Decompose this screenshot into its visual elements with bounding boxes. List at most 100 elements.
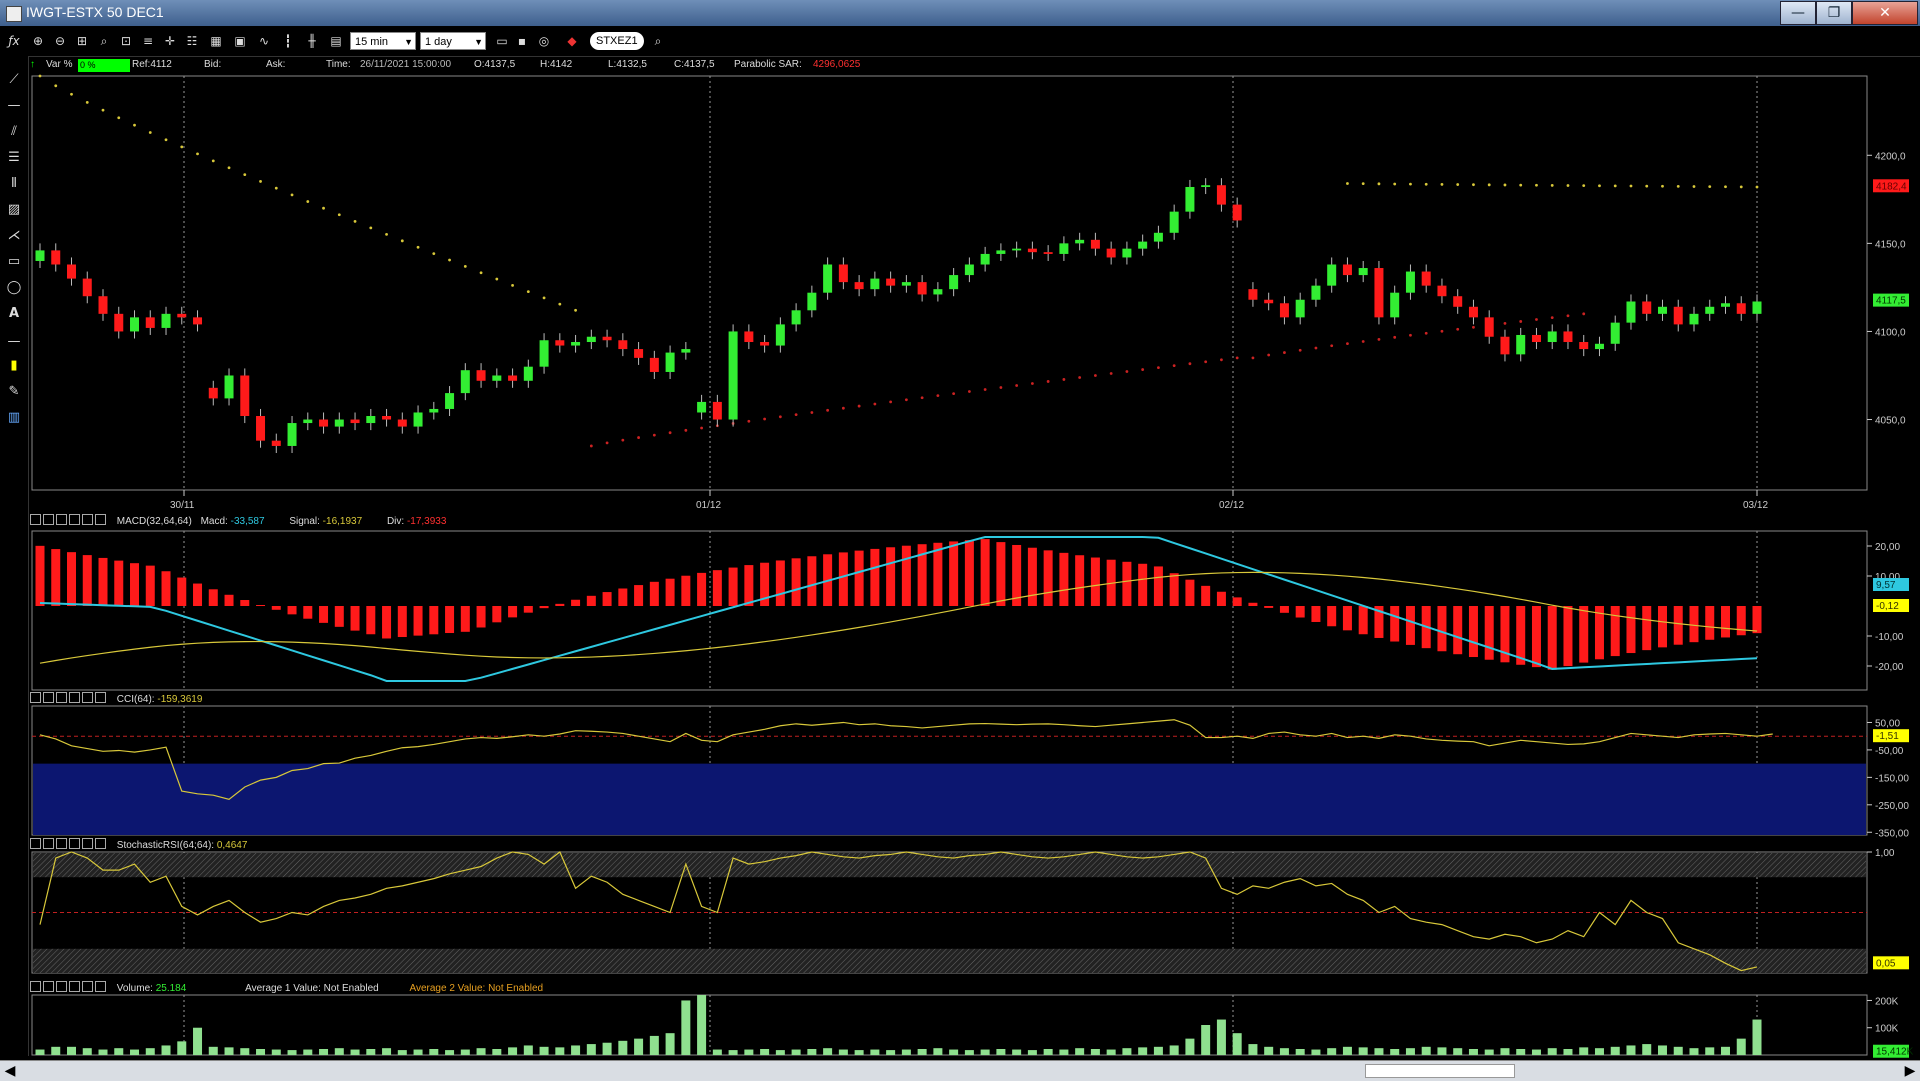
zoom-area-icon[interactable]: ⊞ [74,33,90,49]
window-icon[interactable]: ▣ [232,33,248,49]
panel-maximize-icon[interactable] [43,514,54,525]
panel-close-icon[interactable] [56,838,67,849]
gann-icon[interactable]: ▨ [4,200,24,220]
var-value: 0 % [78,59,130,72]
search-icon[interactable]: ⌕ [650,33,666,49]
zoom-fit-icon[interactable]: ⊡ [118,33,134,49]
candle-body [1106,248,1116,258]
pitchfork-icon[interactable]: ⋌ [4,226,24,246]
volume-bar [1516,1049,1526,1055]
panel-maximize-icon[interactable] [43,981,54,992]
panel-maximize-icon[interactable] [43,692,54,703]
panel-minimize-icon[interactable] [30,514,41,525]
formula-icon[interactable]: ƒx [4,33,24,49]
timeframe-select[interactable]: 15 min ▼ [350,32,416,50]
zoom-in-icon[interactable]: ⊕ [30,33,46,49]
minimize-button[interactable]: — [1780,1,1816,25]
volume-bar [1610,1046,1620,1055]
horizontal-line-icon[interactable]: — [4,96,24,116]
sar-dot [700,426,703,430]
macd-histogram-bar [1311,606,1321,622]
volume-bar [760,1049,770,1055]
macd-histogram-bar [1075,555,1085,606]
panel-down-icon[interactable] [82,692,93,703]
sar-dot [1535,183,1538,187]
trash-icon[interactable]: ▥ [4,408,24,428]
panel-minimize-icon[interactable] [30,838,41,849]
sar-dot [1172,364,1176,368]
volume-bar [130,1049,140,1055]
close-button[interactable]: ✕ [1852,1,1918,25]
candle-body [854,282,864,290]
scroll-left-icon[interactable]: ◀ [2,1062,18,1080]
panel-close-icon[interactable] [56,514,67,525]
macd-histogram-bar [1090,557,1100,606]
symbol-input[interactable]: STXEZ1 [590,32,644,50]
trendline-icon[interactable]: ⟋ [4,70,24,90]
price-axis-tick-label: 4050,0 [1875,416,1906,427]
table-icon[interactable]: ☷ [184,33,200,49]
eraser-icon[interactable]: ✎ [4,382,24,402]
restore-button[interactable]: ❐ [1816,1,1852,25]
scroll-right-icon[interactable]: ▶ [1902,1062,1918,1080]
macd-histogram-bar [208,589,218,606]
zoom-reset-icon[interactable]: ⌕ [96,33,112,49]
alert-icon[interactable]: ◆ [564,33,580,49]
panel-settings-icon[interactable] [95,838,106,849]
sar-dot [589,444,593,448]
panel-minimize-icon[interactable] [30,981,41,992]
sar-dot [558,302,562,306]
panel-up-icon[interactable] [69,981,80,992]
period-select[interactable]: 1 day ▼ [420,32,486,50]
macd-histogram-bar [1012,544,1022,606]
panel-up-icon[interactable] [69,514,80,525]
sheet-icon[interactable]: ▤ [328,33,344,49]
list-icon[interactable]: ≡ [140,33,156,49]
candle-body [319,419,329,427]
line-chart-icon[interactable]: ∿ [256,33,272,49]
sar-dot [1330,344,1334,348]
macd-histogram-bar [649,581,659,606]
time-label: Time: [326,59,351,70]
vertical-lines-icon[interactable]: ⦀ [4,174,24,194]
panel-maximize-icon[interactable] [43,838,54,849]
panel-close-icon[interactable] [56,692,67,703]
panel-up-icon[interactable] [69,838,80,849]
candle-body [697,401,707,413]
panel-close-icon[interactable] [56,981,67,992]
panel-down-icon[interactable] [82,981,93,992]
sar-dot [400,239,404,243]
save-icon[interactable]: ▪ [514,33,530,49]
text-icon[interactable]: A [4,304,24,324]
zoom-out-icon[interactable]: ⊖ [52,33,68,49]
horizontal-scrollbar[interactable]: ◀ ▶ [0,1060,1920,1081]
macd-histogram-bar [1264,606,1274,608]
crosshair-icon[interactable]: ✛ [162,33,178,49]
macd-histogram-bar [1390,606,1400,642]
scrollbar-thumb[interactable] [1365,1064,1515,1078]
refresh-icon[interactable]: ◎ [536,33,552,49]
panel-settings-icon[interactable] [95,692,106,703]
macd-histogram-bar [1531,606,1541,668]
bars-icon[interactable]: ╫ [304,33,320,49]
rectangle-icon[interactable]: ▭ [4,252,24,272]
candles-icon[interactable]: ┇ [280,33,296,49]
export-icon[interactable]: ▭ [494,33,510,49]
color-picker-icon[interactable]: ▮ [4,356,24,376]
macd-histogram-bar [1169,573,1179,606]
macd-histogram-bar [1138,563,1148,606]
panel-down-icon[interactable] [82,838,93,849]
sar-dot [1424,331,1428,335]
panel-settings-icon[interactable] [95,981,106,992]
channel-icon[interactable]: ⫽ [4,122,24,142]
panel-minimize-icon[interactable] [30,692,41,703]
volume-bar [649,1035,659,1055]
grid-icon[interactable]: ▦ [208,33,224,49]
panel-settings-icon[interactable] [95,514,106,525]
candle-body [964,264,974,276]
panel-up-icon[interactable] [69,692,80,703]
sar-dot [526,290,530,294]
ellipse-icon[interactable]: ◯ [4,278,24,298]
panel-down-icon[interactable] [82,514,93,525]
fibonacci-icon[interactable]: ☰ [4,148,24,168]
